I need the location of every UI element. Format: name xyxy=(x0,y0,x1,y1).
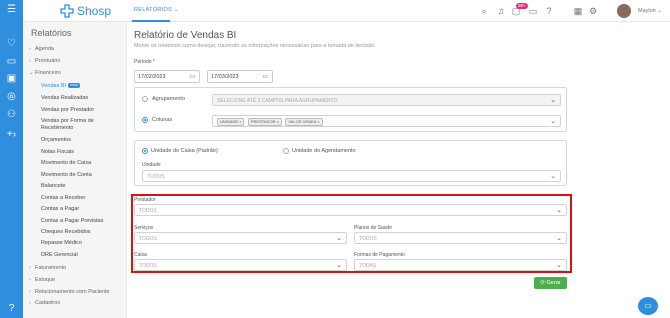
sidebar-item-relacionamento[interactable]: › Relacionamento com Paciente xyxy=(29,289,110,295)
avatar[interactable] xyxy=(617,4,631,18)
bell-icon[interactable]: ♫ xyxy=(496,6,506,16)
refresh-icon: ⟳ xyxy=(540,280,545,286)
sidebar-item-dre[interactable]: DRE Gerencial xyxy=(41,252,121,259)
caixa-select[interactable]: TODOS ⌄ xyxy=(134,259,347,271)
sidebar-item-faturamento[interactable]: › Faturamento xyxy=(29,265,66,271)
formas-label: Formas de Pagamento xyxy=(354,252,405,258)
sidebar-title: Relatórios xyxy=(31,28,72,38)
icon-rail: ☰ ♡ ▭ ▣ ◎ ⚇ +› ? xyxy=(0,0,23,318)
sidebar: Relatórios › Agenda › Prontuário ⌄Financei… xyxy=(23,22,127,318)
calendar-icon[interactable]: ▭ xyxy=(262,73,268,80)
sidebar-item-repasse[interactable]: Repasse Médico xyxy=(41,240,121,247)
page-subtitle: Monte os relatórios como desejar, trazen… xyxy=(134,43,376,49)
chevron-down-icon: ⌄ xyxy=(550,173,556,180)
colunas-label: Colunas xyxy=(152,117,173,123)
notification-badge: 99+ xyxy=(516,3,528,9)
prestador-select[interactable]: TODOS ⌄ xyxy=(134,204,567,216)
chevron-down-icon: ⌄ xyxy=(336,262,342,269)
help-circle-icon[interactable]: ? xyxy=(544,6,554,16)
period-label: Período * xyxy=(134,59,155,65)
search-icon[interactable]: ⌕ xyxy=(479,6,489,16)
group-columns-panel: Agrupamento SELECIONE ATÉ 3 CAMPOS PARA … xyxy=(134,87,567,132)
chevron-down-icon: ⌄ xyxy=(336,235,342,242)
servicos-label: Serviços xyxy=(134,225,154,231)
chevron-down-icon: ⌄ xyxy=(550,97,556,104)
tab-relatorios[interactable]: RELATÓRIOS ⌄ xyxy=(134,7,179,13)
chevron-down-icon: ⌄ xyxy=(556,207,562,214)
servicos-select[interactable]: TODOS ⌄ xyxy=(134,232,347,244)
agrupamento-select[interactable]: SELECIONE ATÉ 3 CAMPOS PARA AGRUPAMENTO ⌄ xyxy=(212,94,561,106)
sidebar-item-orcamentos[interactable]: Orçamentos xyxy=(41,137,121,144)
sidebar-item-notas-fiscais[interactable]: Notas Fiscais xyxy=(41,149,121,156)
unidade-agendamento-radio[interactable] xyxy=(283,148,289,154)
unidade-agendamento-label: Unidade do Agendamento xyxy=(292,148,356,154)
calendar-icon[interactable]: ▭ xyxy=(5,56,18,67)
logo-text: Shosp xyxy=(77,4,112,18)
unidade-caixa-label: Unidade do Caixa (Padrão) xyxy=(151,148,218,154)
plus-icon[interactable]: +› xyxy=(5,129,18,140)
colunas-radio[interactable] xyxy=(142,117,148,123)
sidebar-item-vendas-bi[interactable]: Vendas BI novo xyxy=(41,83,121,90)
page-title: Relatório de Vendas BI xyxy=(134,30,237,41)
colunas-select[interactable]: UNIDADE × PRESTADOR × VALOR VENDA × ⌄ xyxy=(212,115,561,127)
gear-icon[interactable]: ⚙ xyxy=(588,6,598,16)
sidebar-item-contas-pagar-previstas[interactable]: Contas a Pagar Previstas xyxy=(41,218,121,225)
chevron-down-icon: ⌄ xyxy=(550,118,556,125)
sidebar-item-financeiro[interactable]: ⌄Financeiro xyxy=(29,70,61,76)
grid-icon[interactable]: ▦ xyxy=(573,6,583,16)
sidebar-item-cadastros[interactable]: › Cadastros xyxy=(29,300,60,306)
dollar-icon[interactable]: ▣ xyxy=(5,73,18,84)
sidebar-item-agenda[interactable]: › Agenda xyxy=(29,46,54,52)
logo[interactable]: Shosp xyxy=(60,3,111,19)
sidebar-item-movimento-conta[interactable]: Movimento de Conta xyxy=(41,172,121,179)
sidebar-item-prontuario[interactable]: › Prontuário xyxy=(29,58,60,64)
chat-support-icon[interactable]: ▭ xyxy=(638,297,658,315)
chart-icon[interactable]: ◎ xyxy=(5,91,18,102)
heart-icon[interactable]: ♡ xyxy=(5,38,18,49)
unidade-caixa-radio[interactable] xyxy=(142,148,148,154)
sidebar-item-vendas-realizadas[interactable]: Vendas Realizadas xyxy=(41,95,121,102)
sidebar-item-vendas-prestador[interactable]: Vendas por Prestador xyxy=(41,107,121,114)
help-icon[interactable]: ? xyxy=(5,303,18,314)
sidebar-item-contas-receber[interactable]: Contas a Receber xyxy=(41,195,121,202)
period-end-input[interactable]: 17/03/2023 ▭ xyxy=(207,70,273,83)
sidebar-item-balancete[interactable]: Balancete xyxy=(41,183,121,190)
unit-panel: Unidade do Caixa (Padrão) Unidade do Age… xyxy=(134,140,567,186)
users-icon[interactable]: ⚇ xyxy=(5,109,18,120)
sidebar-item-estoque[interactable]: › Estoque xyxy=(29,277,55,283)
column-chip[interactable]: PRESTADOR × xyxy=(247,118,282,126)
formas-select[interactable]: TODAS ⌄ xyxy=(354,259,567,271)
unidade-label: Unidade xyxy=(142,162,161,168)
sidebar-item-movimento-caixa[interactable]: Movimento de Caixa xyxy=(41,160,121,167)
agrupamento-label: Agrupamento xyxy=(152,96,186,102)
new-badge: novo xyxy=(68,83,80,89)
logo-cross-icon xyxy=(60,4,74,18)
user-name[interactable]: Maylon ⌄ xyxy=(638,8,662,14)
chat-bubble-icon[interactable]: ▭ xyxy=(528,6,538,16)
caixa-label: Caixa xyxy=(134,252,147,258)
column-chip[interactable]: VALOR VENDA × xyxy=(285,118,323,126)
prestador-label: Prestador xyxy=(134,197,156,203)
chevron-down-icon: ⌄ xyxy=(556,262,562,269)
main-content: Relatório de Vendas BI Monte os relatóri… xyxy=(127,22,670,318)
menu-icon[interactable]: ☰ xyxy=(5,4,18,15)
unidade-select[interactable]: TODOS ⌄ xyxy=(142,170,561,182)
chevron-down-icon: ⌄ xyxy=(556,235,562,242)
agrupamento-radio[interactable] xyxy=(142,96,148,102)
sidebar-item-vendas-forma[interactable]: Vendas por Forma de Recebimento xyxy=(41,118,121,132)
calendar-icon[interactable]: ▭ xyxy=(189,73,195,80)
planos-label: Planos de Saúde xyxy=(354,225,393,231)
column-chip[interactable]: UNIDADE × xyxy=(217,118,245,126)
gerar-button[interactable]: ⟳ Gerar xyxy=(534,277,567,289)
sidebar-item-cheques[interactable]: Cheques Recebidos xyxy=(41,229,121,236)
period-start-input[interactable]: 17/02/2023 ▭ xyxy=(134,70,200,83)
planos-select[interactable]: TODOS ⌄ xyxy=(354,232,567,244)
sidebar-item-contas-pagar[interactable]: Contas a Pagar xyxy=(41,206,121,213)
top-bar: Shosp RELATÓRIOS ⌄ ⌕ ♫ ▢ 99+ ▭ ? ▦ ⚙ May… xyxy=(23,0,670,22)
